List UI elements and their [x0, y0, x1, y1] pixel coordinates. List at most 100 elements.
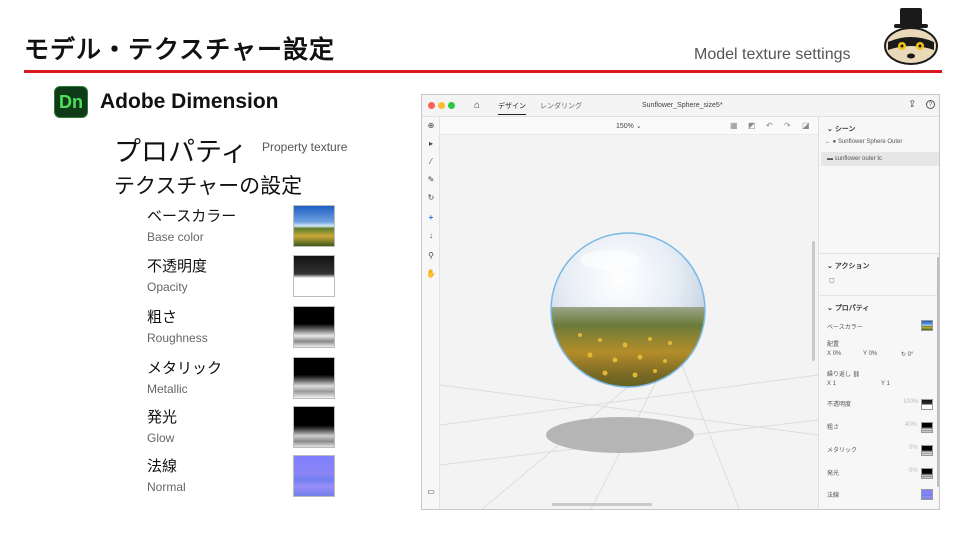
slide-title: モデル・テクスチャー設定 — [24, 35, 336, 64]
eyedropper-icon[interactable]: ✎ — [426, 175, 436, 185]
dimension-logo-icon: Dn — [54, 86, 88, 118]
metallic-label: メタリック — [827, 448, 858, 454]
texture-item-glow: 発光 Glow — [147, 406, 347, 452]
zoom-level[interactable]: 150% ⌄ — [616, 122, 642, 130]
repeat-y-field[interactable]: Y 1 — [881, 381, 890, 387]
placement-y-field[interactable]: Y 0% — [863, 351, 877, 357]
metallic-thumbnail — [293, 357, 335, 399]
texture-item-opacity: 不透明度 Opacity — [147, 255, 347, 301]
x-value: 0% — [832, 351, 842, 357]
tab-design[interactable]: デザイン — [498, 101, 526, 115]
add-icon[interactable]: ⊕ — [426, 121, 436, 131]
document-name: Sunflower_Sphere_size5* — [642, 102, 723, 109]
repeat-x-field[interactable]: X 1 — [827, 381, 836, 387]
properties-heading: プロパティ — [114, 137, 248, 168]
tab-render[interactable]: レンダリング — [540, 101, 582, 111]
metallic-swatch[interactable] — [921, 445, 933, 456]
action-label: アクション — [834, 263, 870, 270]
divider — [819, 253, 939, 254]
properties-heading-en: Property texture — [262, 140, 348, 154]
roughness-swatch[interactable] — [921, 422, 933, 433]
action-section-header[interactable]: ⌄ アクション — [827, 261, 869, 271]
y-value: 0% — [868, 351, 878, 357]
texture-item-base-color: ベースカラー Base color — [147, 205, 347, 251]
undo-icon[interactable]: ↶ — [766, 121, 773, 130]
roughness-label: 粗さ — [827, 425, 840, 431]
opacity-label: 不透明度 — [827, 402, 852, 408]
normal-label: 法線 — [827, 493, 840, 499]
texture-item-roughness: 粗さ Roughness — [147, 306, 347, 352]
metallic-value[interactable]: 0% — [909, 445, 918, 451]
glow-value[interactable]: 0% — [909, 468, 918, 474]
base-color-label: ベースカラー — [827, 325, 863, 331]
divider — [819, 295, 939, 296]
transmission-section-header[interactable]: › 透過 — [827, 509, 843, 510]
mascot-icon — [884, 8, 938, 65]
roughness-thumbnail — [293, 306, 335, 348]
texture-item-normal: 法線 Normal — [147, 455, 347, 501]
viewport-topbar: 150% ⌄ ▦ ◩ ↶ ↷ ◪ — [440, 117, 818, 135]
app-name: Adobe Dimension — [100, 90, 279, 113]
material-row[interactable]: ▬ sunflower outer tc — [827, 156, 882, 162]
maximize-window-button[interactable] — [448, 102, 455, 109]
title-bar: ⌂ デザイン レンダリング Sunflower_Sphere_size5* ⇪ … — [422, 95, 939, 117]
hand-icon[interactable]: ✋ — [426, 269, 436, 279]
placement-label: 配置 — [827, 342, 840, 348]
tools-toolbar: ⊕ ▸ ⁄ ✎ ↻ + ↓ ⚲ ✋ ▭ — [422, 117, 440, 509]
scene-render — [440, 232, 818, 509]
viewport-vertical-scrollbar[interactable] — [812, 241, 815, 361]
glow-thumbnail — [293, 406, 335, 448]
opacity-thumbnail — [293, 255, 335, 297]
opacity-value[interactable]: 100% — [903, 399, 918, 405]
orbit-icon[interactable]: ↻ — [426, 193, 436, 203]
dimension-app-window: ⌂ デザイン レンダリング Sunflower_Sphere_size5* ⇪ … — [421, 94, 940, 510]
texture-settings-heading: テクスチャーの設定 — [114, 174, 303, 198]
x-label: X — [827, 351, 832, 357]
texture-item-metallic: メタリック Metallic — [147, 357, 347, 403]
zoom-icon[interactable]: ⚲ — [426, 251, 436, 261]
normal-swatch[interactable] — [921, 489, 933, 500]
viewport-horizontal-scrollbar[interactable] — [552, 503, 652, 506]
rotation-value: 0° — [907, 352, 914, 358]
scene-label: シーン — [834, 126, 856, 133]
glow-swatch[interactable] — [921, 468, 933, 479]
title-underline — [24, 70, 942, 73]
share-icon[interactable]: ⇪ — [908, 99, 916, 110]
normal-thumbnail — [293, 455, 335, 497]
frame-icon[interactable]: ▦ — [730, 121, 738, 130]
roughness-value[interactable]: 40% — [905, 422, 917, 428]
property-label: プロパティ — [834, 305, 870, 312]
placement-x-field[interactable]: X 0% — [827, 351, 841, 357]
property-section-header[interactable]: ⌄ プロパティ — [827, 303, 869, 313]
base-color-thumbnail — [293, 205, 335, 247]
app-intro: Dn Adobe Dimension — [54, 86, 279, 118]
repeat-label: 繰り返し ⛓ — [827, 372, 861, 378]
base-color-swatch[interactable] — [921, 320, 933, 331]
magic-wand-icon[interactable]: ⁄ — [426, 157, 436, 167]
camera-icon[interactable]: ◩ — [748, 121, 756, 130]
redo-icon[interactable]: ↷ — [784, 121, 791, 130]
home-icon[interactable]: ⌂ — [474, 100, 480, 111]
dolly-icon[interactable]: ↓ — [426, 231, 436, 241]
scene-object-row[interactable]: ← ● Sunflower Sphere Outer — [825, 139, 902, 145]
minimize-window-button[interactable] — [438, 102, 445, 109]
select-tool-icon[interactable]: ▸ — [426, 139, 436, 149]
scene-object-name: Sunflower Sphere Outer — [837, 139, 903, 145]
panel-scrollbar[interactable] — [937, 257, 939, 487]
scene-section-header[interactable]: ⌄ シーン — [827, 124, 855, 134]
move-icon[interactable]: + — [426, 213, 436, 223]
repeat-text: 繰り返し — [827, 372, 852, 378]
close-window-button[interactable] — [428, 102, 435, 109]
3d-viewport[interactable] — [440, 135, 818, 509]
material-name: sunflower outer tc — [834, 156, 883, 162]
right-panel: ⌄ シーン ← ● Sunflower Sphere Outer ▬ sunfl… — [818, 117, 939, 510]
rotation-field[interactable]: ↻ 0° — [901, 351, 913, 358]
opacity-swatch[interactable] — [921, 399, 933, 410]
help-icon[interactable]: ? — [926, 100, 935, 109]
action-icon[interactable]: ▢ — [829, 277, 835, 284]
render-preview-icon[interactable]: ◪ — [802, 121, 810, 130]
glow-label: 発光 — [827, 471, 840, 477]
y-label: Y — [863, 351, 867, 357]
layers-icon[interactable]: ▭ — [426, 487, 436, 497]
slide-subtitle: Model texture settings — [694, 46, 851, 63]
